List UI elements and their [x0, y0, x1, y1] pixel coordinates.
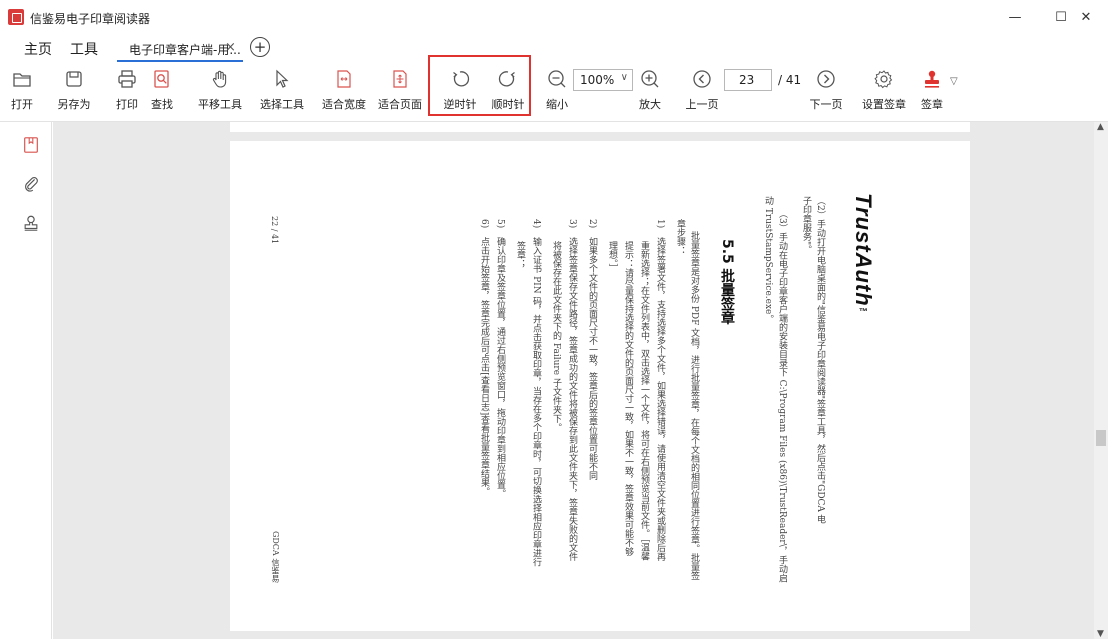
pdf-page: TrustAuth™ （2）手动打开电脑桌面的"信鉴易电子印章阅读器"签章工具，… — [230, 141, 970, 631]
print-button[interactable]: 打印 — [113, 64, 141, 120]
doc-line: 5) 确认印章及签章位置，通过右侧预览窗口，拖动印章到相应位置。 — [495, 219, 505, 499]
page-total: / 41 — [778, 73, 802, 87]
signature-panel-icon[interactable] — [20, 212, 42, 234]
sign-dropdown-caret-icon[interactable]: ▽ — [950, 76, 958, 87]
doc-line: （3）手动在电子印章客户端的安装目录下 C:\Program Files (x8… — [777, 209, 787, 583]
fit-width-button[interactable]: 适合宽度 — [320, 64, 368, 120]
sign-settings-label: 设置签章 — [862, 98, 906, 111]
zoom-in-button[interactable]: 放大 — [636, 64, 664, 120]
fit-page-icon — [389, 68, 411, 90]
printer-icon — [116, 68, 138, 90]
zoom-in-icon — [639, 68, 661, 90]
page-number-input[interactable]: 23 — [724, 69, 772, 91]
logo-tm: ™ — [858, 306, 868, 318]
stamp-icon — [921, 68, 943, 90]
minimize-button[interactable]: — — [992, 0, 1038, 34]
zoom-in-label: 放大 — [639, 98, 661, 111]
open-button[interactable]: 打开 — [8, 64, 36, 120]
find-button[interactable]: 查找 — [148, 64, 176, 120]
tab-row: 主页 工具 电子印章客户端-用... × + — [0, 34, 1108, 62]
sign-label: 签章 — [921, 98, 943, 111]
sign-button[interactable]: 签章 — [918, 64, 946, 120]
bookmark-icon[interactable] — [20, 134, 42, 156]
logo-text: TrustAuth — [851, 193, 876, 307]
vertical-scrollbar[interactable]: ▲ ▼ — [1094, 122, 1108, 639]
doc-line: 1) 选择签署文件，支持选择多个文件，如果选择错误，请使用清空文件夹或删除后再 — [655, 219, 665, 562]
close-window-button[interactable]: ✕ — [1064, 0, 1108, 34]
doc-line: 将被保存在此文件夹下的 Failure 子文件夹下。 — [551, 241, 561, 432]
app-logo-icon — [8, 9, 24, 25]
print-label: 打印 — [116, 98, 138, 111]
toolbar: 打开 另存为 打印 查找 平移工具 选择工具 适合宽度 适合页面 逆时针 顺时针… — [0, 62, 1108, 122]
chevron-right-circle-icon — [815, 68, 837, 90]
attachment-icon[interactable] — [20, 172, 42, 194]
left-sidebar — [0, 122, 52, 639]
menu-home[interactable]: 主页 — [24, 39, 52, 59]
fit-page-label: 适合页面 — [378, 98, 422, 111]
zoom-out-icon — [546, 68, 568, 90]
zoom-out-button[interactable]: 缩小 — [543, 64, 571, 120]
doc-line: 4) 输入证书 PIN 码，并点击获取印章，当存在多个印章时，可切换选择相应印章… — [531, 219, 541, 567]
chevron-left-circle-icon — [691, 68, 713, 90]
zoom-select[interactable]: 100% ∨ — [573, 69, 633, 91]
page-footer: GDCA 信鉴易 — [271, 531, 280, 583]
next-page-label: 下一页 — [809, 98, 843, 111]
prev-page-label: 上一页 — [685, 98, 719, 111]
doc-line: 提示：请尽量保持选择的文件的页面尺寸一致，如果不一致，签章效果可能不够 — [623, 241, 633, 556]
doc-line: 动 TrustStampService.exe。 — [763, 196, 773, 324]
zoom-out-label: 缩小 — [546, 98, 568, 111]
window-title: 信鉴易电子印章阅读器 — [30, 12, 151, 26]
document-viewport[interactable]: TrustAuth™ （2）手动打开电脑桌面的"信鉴易电子印章阅读器"签章工具，… — [53, 122, 1094, 639]
cursor-icon — [271, 68, 293, 90]
scroll-thumb[interactable] — [1096, 430, 1106, 446]
save-as-button[interactable]: 另存为 — [56, 64, 92, 120]
doc-line: （2）手动打开电脑桌面的"信鉴易电子印章阅读器"签章工具，然后点击"GDCA 电 — [815, 196, 825, 524]
doc-line: 2) 如果多个文件的页面尺寸不一致，签章后的签章位置可能不同 — [587, 219, 597, 481]
page-number-value: 23 — [739, 73, 755, 87]
doc-line: 6) 点击开始签章，签章完成后可点击[查看日志]查看批量签章结果。 — [479, 219, 489, 497]
folder-icon — [11, 68, 33, 90]
page-label: 22 / 41 — [270, 216, 279, 245]
select-tool-button[interactable]: 选择工具 — [258, 64, 306, 120]
tab-close-icon[interactable]: × — [225, 40, 236, 55]
zoom-value: 100% — [580, 73, 615, 87]
sign-settings-button[interactable]: 设置签章 — [860, 64, 908, 120]
hand-icon — [209, 68, 231, 90]
rotate-highlight-box — [428, 55, 531, 116]
gear-icon — [873, 68, 895, 90]
save-icon — [63, 68, 85, 90]
save-as-label: 另存为 — [57, 98, 91, 111]
find-icon — [151, 68, 173, 90]
trustauth-logo: TrustAuth™ — [850, 193, 876, 318]
doc-line: 理想。］ — [607, 241, 617, 273]
pan-tool-label: 平移工具 — [198, 98, 242, 111]
fit-page-button[interactable]: 适合页面 — [376, 64, 424, 120]
find-label: 查找 — [151, 98, 173, 111]
prev-page-button[interactable]: 上一页 — [684, 64, 720, 120]
document-tab[interactable]: 电子印章客户端-用... × — [117, 34, 243, 62]
doc-line: 批量签章是对多份 PDF 文档，进行批量签章，在每个文档的相同位置进行签章。批量… — [689, 231, 699, 581]
open-label: 打开 — [11, 98, 33, 111]
app-window: 信鉴易电子印章阅读器 — ☐ ✕ 主页 工具 电子印章客户端-用... × + … — [0, 0, 1108, 639]
previous-page-bottom — [230, 122, 970, 132]
doc-line: 3) 选择签章保存文件路径，签章成功的文件将被保存到此文件夹下，签章失败的文件 — [567, 219, 577, 562]
pan-tool-button[interactable]: 平移工具 — [196, 64, 244, 120]
document-tab-label: 电子印章客户端-用... — [129, 43, 241, 57]
scroll-up-icon[interactable]: ▲ — [1097, 122, 1104, 132]
title-bar: 信鉴易电子印章阅读器 — ☐ ✕ — [0, 0, 1108, 34]
doc-line: 签章； — [515, 241, 525, 268]
menu-tools[interactable]: 工具 — [70, 39, 98, 59]
select-tool-label: 选择工具 — [260, 98, 304, 111]
doc-line: 子印章服务"。 — [801, 196, 811, 255]
fit-width-icon — [333, 68, 355, 90]
section-heading: 5.5 批量签章 — [719, 239, 735, 325]
next-page-button[interactable]: 下一页 — [808, 64, 844, 120]
scroll-down-icon[interactable]: ▼ — [1097, 629, 1104, 639]
doc-line: 重新选择；在文件列表中，双击选择一个文件，将可在右侧预览当前文件。［温馨 — [639, 241, 649, 561]
doc-line: 章步骤： — [675, 219, 685, 255]
chevron-down-icon: ∨ — [620, 72, 628, 83]
fit-width-label: 适合宽度 — [322, 98, 366, 111]
add-tab-button[interactable]: + — [250, 37, 270, 57]
